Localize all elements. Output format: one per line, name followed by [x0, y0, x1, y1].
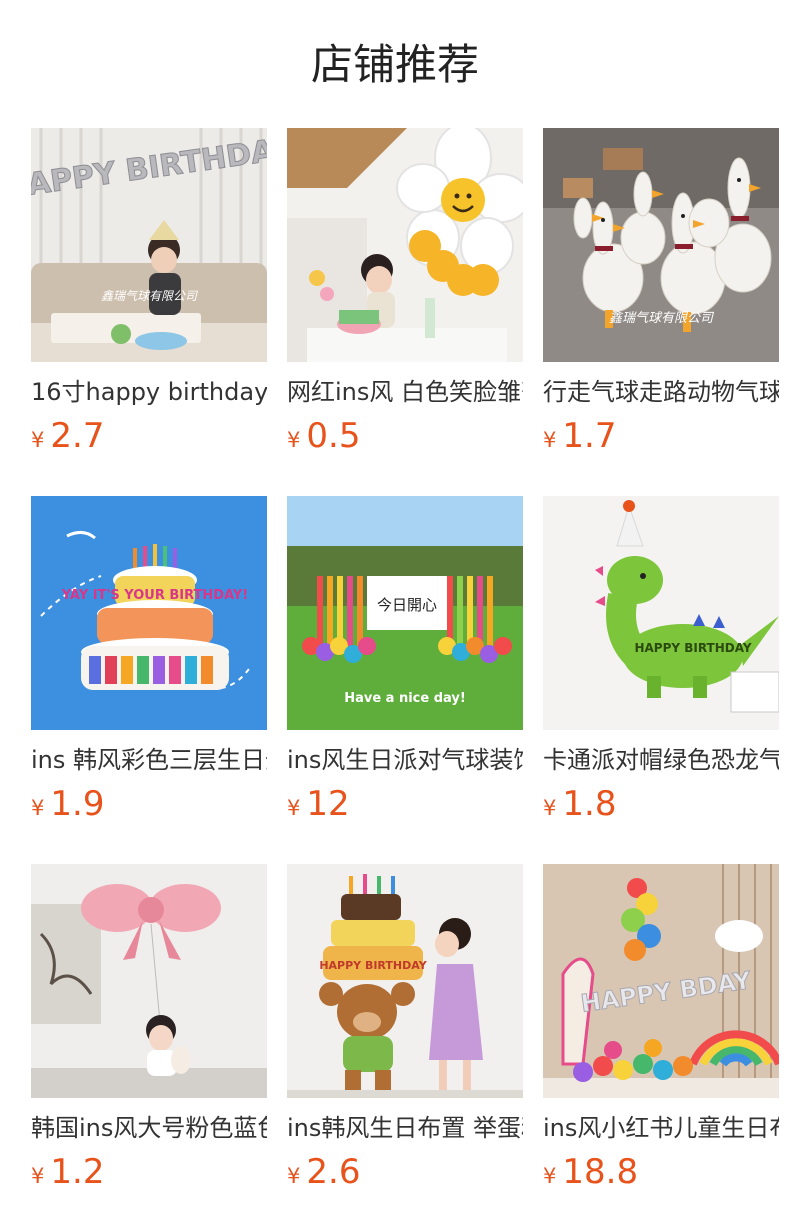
currency-symbol: ¥ — [543, 1164, 557, 1188]
product-card[interactable]: HAPPY BIRTHDAY ins韩风生日布置 举蛋糕小熊 ¥2.6 — [287, 864, 523, 1204]
price-value: 1.8 — [562, 784, 617, 824]
svg-text:鑫瑞气球有限公司: 鑫瑞气球有限公司 — [101, 289, 198, 303]
product-name[interactable]: 行走气球走路动物气球 — [543, 376, 779, 408]
product-card[interactable]: HAPPY BIRTHDAY 卡通派对帽绿色恐龙气球 ¥1.8 — [543, 496, 779, 836]
price-value: 1.7 — [562, 416, 617, 456]
price-value: 12 — [306, 784, 350, 824]
currency-symbol: ¥ — [543, 428, 557, 452]
price-value: 0.5 — [306, 416, 361, 456]
green-dinosaur-balloon-image[interactable]: HAPPY BIRTHDAY — [543, 496, 779, 730]
product-card[interactable]: 今日開心 Have a nice day! ins风生日派对气球装饰 ¥12 — [287, 496, 523, 836]
svg-text:鑫瑞气球有限公司: 鑫瑞气球有限公司 — [609, 310, 715, 326]
product-price: ¥0.5 — [287, 414, 360, 458]
currency-symbol: ¥ — [31, 428, 45, 452]
price-value: 1.9 — [50, 784, 105, 824]
product-price: ¥2.7 — [31, 414, 104, 458]
price-value: 18.8 — [562, 1152, 639, 1192]
currency-symbol: ¥ — [287, 796, 301, 820]
page-title: 店铺推荐 — [310, 40, 479, 89]
product-price: ¥1.8 — [543, 782, 616, 826]
svg-text:YAY IT'S YOUR BIRTHDAY!: YAY IT'S YOUR BIRTHDAY! — [61, 588, 248, 603]
product-name[interactable]: ins风生日派对气球装饰 — [287, 744, 523, 776]
product-card[interactable]: HAPPY BDAY ins风小红书儿童生日布置 ¥18.8 — [543, 864, 779, 1204]
currency-symbol: ¥ — [31, 796, 45, 820]
rainbow-number-balloon-arrangement-image[interactable]: HAPPY BDAY — [543, 864, 779, 1098]
product-card[interactable]: 鑫瑞气球有限公司 行走气球走路动物气球 ¥1.7 — [543, 128, 779, 468]
product-price: ¥2.6 — [287, 1150, 360, 1194]
pink-bow-balloon-child-image[interactable] — [31, 864, 267, 1098]
product-name[interactable]: 网红ins风 白色笑脸雏菊 — [287, 376, 523, 408]
product-card[interactable]: 韩国ins风大号粉色蓝色蝴蝶结 ¥1.2 — [31, 864, 267, 1204]
svg-text:HAPPY BIRTHDAY: HAPPY BIRTHDAY — [634, 641, 751, 655]
outdoor-party-balloon-decoration-image[interactable]: 今日開心 Have a nice day! — [287, 496, 523, 730]
product-name[interactable]: ins 韩风彩色三层生日蛋糕 — [31, 744, 267, 776]
svg-text:HAPPY BIRTHDAY: HAPPY BIRTHDAY — [319, 959, 427, 972]
product-name[interactable]: ins韩风生日布置 举蛋糕小熊 — [287, 1112, 523, 1144]
price-value: 2.6 — [306, 1152, 361, 1192]
product-name[interactable]: 16寸happy birthday — [31, 376, 267, 408]
price-value: 1.2 — [50, 1152, 105, 1192]
currency-symbol: ¥ — [287, 1164, 301, 1188]
product-price: ¥1.2 — [31, 1150, 104, 1194]
product-price: ¥1.7 — [543, 414, 616, 458]
birthday-cake-balloon-image[interactable]: YAY IT'S YOUR BIRTHDAY! — [31, 496, 267, 730]
product-card[interactable]: YAY IT'S YOUR BIRTHDAY! ins 韩风彩色三层生日蛋糕 ¥… — [31, 496, 267, 836]
product-price: ¥12 — [287, 782, 350, 826]
product-price: ¥1.9 — [31, 782, 104, 826]
bear-holding-cake-balloon-image[interactable]: HAPPY BIRTHDAY — [287, 864, 523, 1098]
currency-symbol: ¥ — [31, 1164, 45, 1188]
product-card[interactable]: 网红ins风 白色笑脸雏菊 ¥0.5 — [287, 128, 523, 468]
currency-symbol: ¥ — [543, 796, 557, 820]
happy-birthday-letter-balloons-child-image[interactable]: HAPPY BIRTHDAY 鑫瑞气球有限公司 — [31, 128, 267, 362]
product-name[interactable]: ins风小红书儿童生日布置 — [543, 1112, 779, 1144]
daisy-smiley-balloon-child-image[interactable] — [287, 128, 523, 362]
product-card[interactable]: HAPPY BIRTHDAY 鑫瑞气球有限公司 16寸happy birthda… — [31, 128, 267, 468]
product-price: ¥18.8 — [543, 1150, 638, 1194]
svg-text:Have a nice day!: Have a nice day! — [344, 691, 466, 706]
product-name[interactable]: 韩国ins风大号粉色蓝色蝴蝶结 — [31, 1112, 267, 1144]
walking-goose-balloons-image[interactable]: 鑫瑞气球有限公司 — [543, 128, 779, 362]
price-value: 2.7 — [50, 416, 105, 456]
product-name[interactable]: 卡通派对帽绿色恐龙气球 — [543, 744, 779, 776]
currency-symbol: ¥ — [287, 428, 301, 452]
svg-text:今日開心: 今日開心 — [377, 596, 437, 614]
